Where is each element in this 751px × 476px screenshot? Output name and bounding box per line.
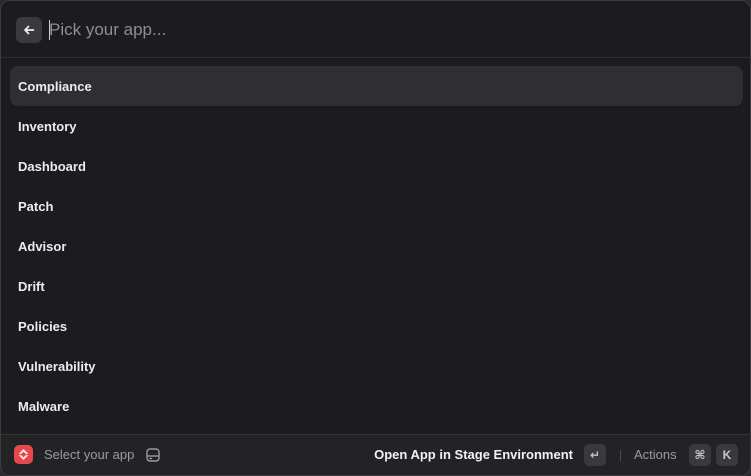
arrow-left-icon — [24, 25, 35, 35]
search-bar — [1, 1, 750, 58]
list-item-inventory[interactable]: Inventory — [10, 106, 743, 146]
list-item-compliance[interactable]: Compliance — [10, 66, 743, 106]
k-key-hint: K — [716, 444, 738, 466]
enter-key-hint: ↵ — [584, 444, 606, 466]
list-item-dashboard[interactable]: Dashboard — [10, 146, 743, 186]
list-item-advisor[interactable]: Advisor — [10, 226, 743, 266]
footer-title: Select your app — [44, 447, 135, 462]
list-item-patch[interactable]: Patch — [10, 186, 743, 226]
text-caret — [49, 20, 50, 40]
list-item-drift[interactable]: Drift — [10, 266, 743, 306]
command-palette-window: Compliance Inventory Dashboard Patch Adv… — [0, 0, 751, 476]
footer-bar: Select your app Open App in Stage Enviro… — [1, 434, 750, 475]
back-button[interactable] — [16, 17, 42, 43]
app-logo-icon — [14, 445, 33, 464]
open-app-button[interactable]: Open App in Stage Environment — [374, 447, 573, 462]
list-item-policies[interactable]: Policies — [10, 306, 743, 346]
footer-divider — [620, 450, 621, 461]
actions-button[interactable]: Actions — [634, 447, 677, 462]
tray-icon — [146, 448, 160, 462]
search-input[interactable] — [49, 15, 709, 45]
command-key-hint: ⌘ — [689, 444, 711, 466]
list-item-vulnerability[interactable]: Vulnerability — [10, 346, 743, 386]
app-list: Compliance Inventory Dashboard Patch Adv… — [10, 66, 743, 426]
list-item-malware[interactable]: Malware — [10, 386, 743, 426]
